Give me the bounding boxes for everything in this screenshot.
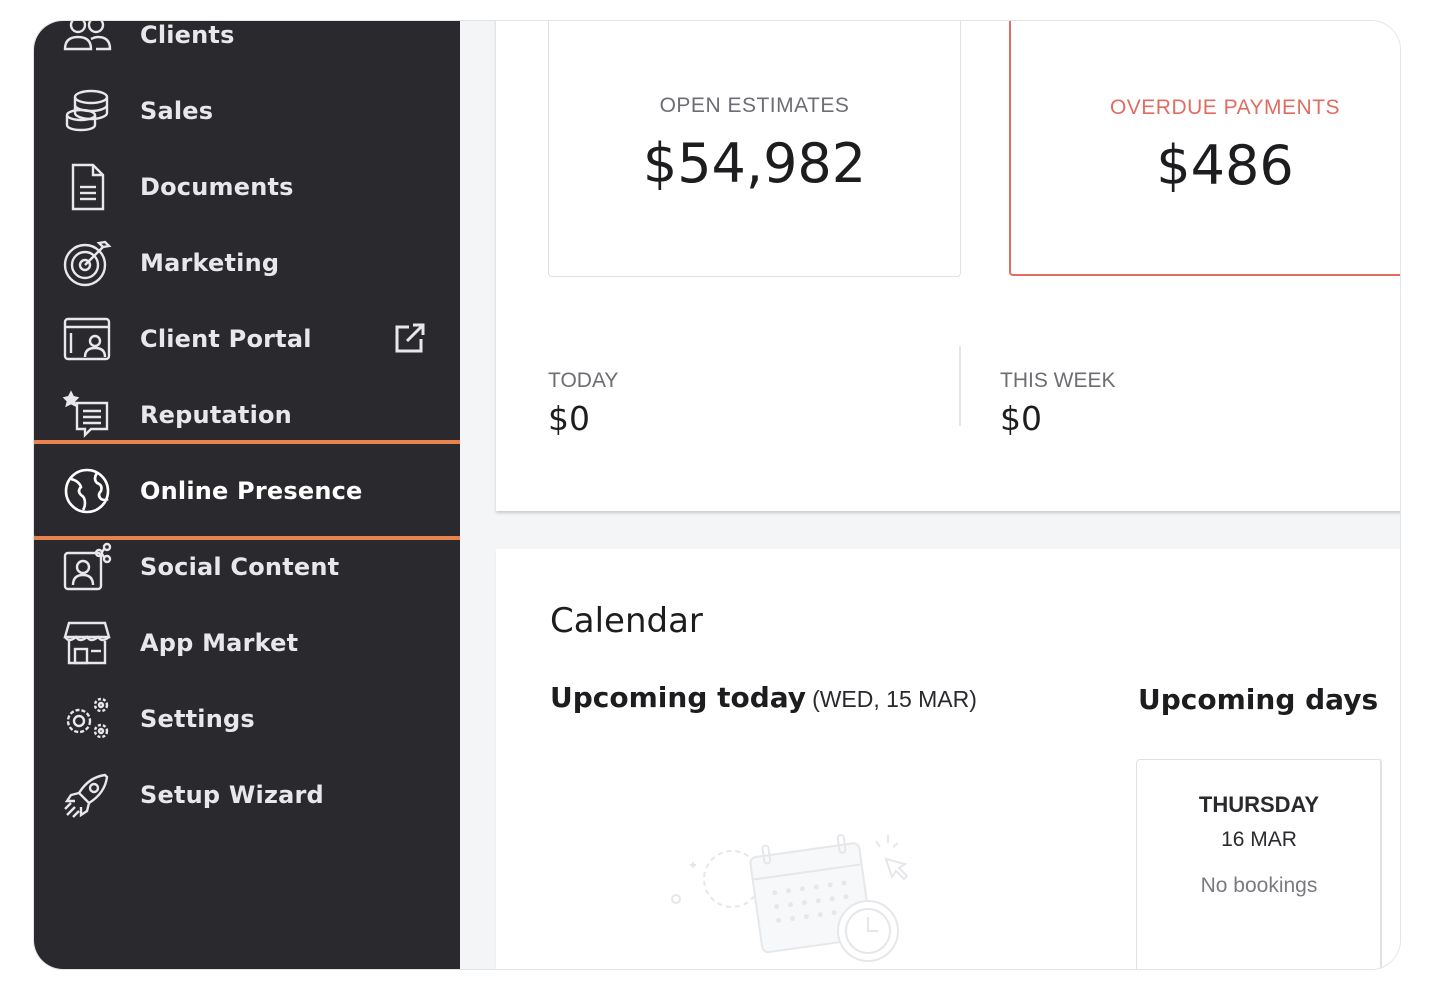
next-day-card-edge[interactable] xyxy=(1380,759,1400,969)
overdue-payments-card[interactable]: OVERDUE PAYMENTS $486 xyxy=(1009,21,1400,276)
store-icon xyxy=(60,616,114,670)
open-estimates-card[interactable]: OPEN ESTIMATES $54,982 xyxy=(548,21,961,277)
open-estimates-caption: OPEN ESTIMATES xyxy=(659,94,850,117)
this-week-caption: THIS WEEK xyxy=(1000,369,1116,392)
app-window: Clients Sales Documents Marketing Client… xyxy=(33,20,1401,970)
day-status: No bookings xyxy=(1200,874,1318,897)
open-estimates-value: $54,982 xyxy=(642,132,867,195)
stats-panel: OPEN ESTIMATES $54,982 OVERDUE PAYMENTS … xyxy=(496,21,1400,511)
calendar-title: Calendar xyxy=(550,601,703,641)
stat-divider xyxy=(959,346,961,426)
globe-icon xyxy=(60,464,114,518)
sidebar-item-clients[interactable]: Clients xyxy=(34,21,460,73)
clients-icon xyxy=(60,21,114,62)
sidebar-item-online-presence[interactable]: Online Presence xyxy=(34,453,460,529)
sidebar-item-label: Social Content xyxy=(140,553,340,581)
sidebar-item-sales[interactable]: Sales xyxy=(34,73,460,149)
overdue-payments-caption: OVERDUE PAYMENTS xyxy=(1109,96,1341,119)
sidebar-item-label: Documents xyxy=(140,173,294,201)
today-caption: TODAY xyxy=(548,369,619,392)
sidebar-item-reputation[interactable]: Reputation xyxy=(34,377,460,453)
social-content-icon xyxy=(60,540,114,594)
sidebar-item-setup-wizard[interactable]: Setup Wizard xyxy=(34,757,460,833)
target-icon xyxy=(60,236,114,290)
day-name: THURSDAY xyxy=(1198,792,1320,817)
portal-icon xyxy=(60,312,114,366)
empty-calendar-illustration xyxy=(666,819,926,969)
sidebar-item-label: Marketing xyxy=(140,249,280,277)
sidebar-item-label: Online Presence xyxy=(140,477,363,505)
sidebar-item-client-portal[interactable]: Client Portal xyxy=(34,301,460,377)
gears-icon xyxy=(60,692,114,746)
sidebar-item-label: Setup Wizard xyxy=(140,781,324,809)
upcoming-today-label: Upcoming today xyxy=(550,681,807,714)
sidebar-item-marketing[interactable]: Marketing xyxy=(34,225,460,301)
reputation-icon xyxy=(60,388,114,442)
this-week-stat: THIS WEEK $0 xyxy=(1000,369,1116,438)
external-link-icon[interactable] xyxy=(389,319,429,359)
rocket-icon xyxy=(60,768,114,822)
document-icon xyxy=(60,160,114,214)
coins-icon xyxy=(60,84,114,138)
sidebar-item-app-market[interactable]: App Market xyxy=(34,605,460,681)
today-stat: TODAY $0 xyxy=(548,369,618,438)
this-week-value: $0 xyxy=(1000,399,1042,438)
sidebar-item-label: Clients xyxy=(140,21,235,49)
sidebar-item-label: Sales xyxy=(140,97,214,125)
sidebar-item-label: App Market xyxy=(140,629,299,657)
sidebar-item-label: Client Portal xyxy=(140,325,312,353)
sidebar-item-settings[interactable]: Settings xyxy=(34,681,460,757)
sidebar: Clients Sales Documents Marketing Client… xyxy=(34,21,472,969)
sidebar-item-documents[interactable]: Documents xyxy=(34,149,460,225)
main-content: OPEN ESTIMATES $54,982 OVERDUE PAYMENTS … xyxy=(460,21,1400,969)
upcoming-today-heading: Upcoming today (WED, 15 MAR) xyxy=(550,681,977,714)
calendar-panel: Calendar Upcoming today (WED, 15 MAR) Upc… xyxy=(496,549,1400,969)
sidebar-item-label: Reputation xyxy=(140,401,292,429)
sidebar-item-social-content[interactable]: Social Content xyxy=(34,529,460,605)
upcoming-day-card[interactable]: THURSDAY 16 MAR No bookings xyxy=(1136,759,1382,969)
day-date: 16 MAR xyxy=(1221,828,1297,851)
overdue-payments-value: $486 xyxy=(1156,134,1294,197)
sidebar-item-label: Settings xyxy=(140,705,255,733)
upcoming-days-heading: Upcoming days xyxy=(1138,683,1379,716)
upcoming-today-date: (WED, 15 MAR) xyxy=(812,686,977,712)
today-value: $0 xyxy=(548,399,590,438)
